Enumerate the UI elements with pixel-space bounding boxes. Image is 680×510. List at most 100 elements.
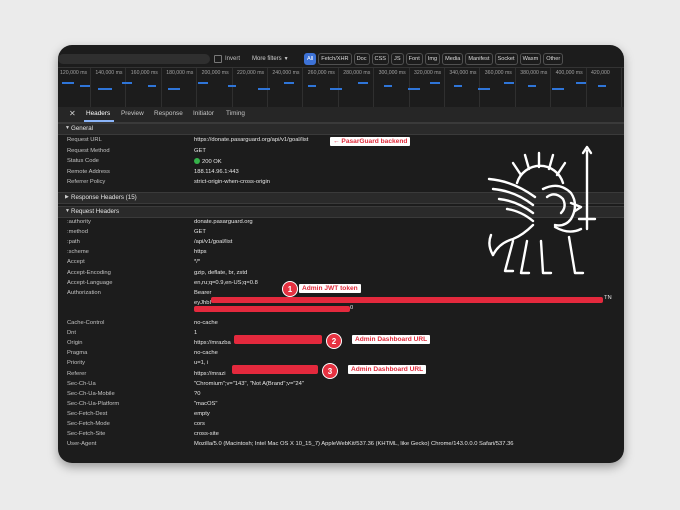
request-waterfall-bar bbox=[552, 88, 564, 90]
redaction-bar bbox=[232, 365, 318, 374]
header-value: strict-origin-when-cross-origin bbox=[194, 179, 271, 186]
token-tail-1: TN bbox=[604, 295, 612, 301]
timeline-tick-label: 160,000 ms bbox=[130, 70, 158, 76]
header-value: u=1, i bbox=[194, 360, 209, 367]
redaction-bar bbox=[234, 335, 322, 344]
timeline-gridline bbox=[621, 68, 622, 108]
request-waterfall-bar bbox=[528, 85, 536, 87]
header-value: "macOS" bbox=[194, 400, 218, 407]
chip-media[interactable]: Media bbox=[442, 53, 464, 65]
header-key: Accept-Language bbox=[67, 279, 113, 286]
active-tab-indicator bbox=[84, 120, 114, 122]
request-waterfall-bar bbox=[198, 82, 208, 84]
dashboard-callout-1: Admin Dashboard URL bbox=[352, 335, 431, 344]
request-waterfall-bar bbox=[98, 88, 112, 90]
header-value: cors bbox=[194, 421, 205, 427]
header-key: :scheme bbox=[67, 249, 89, 256]
annotation-badge-2: 2 bbox=[326, 333, 342, 349]
header-key: Origin bbox=[67, 340, 83, 347]
response-headers-title: Response Headers (15) bbox=[71, 194, 137, 201]
jwt-callout: Admin JWT token bbox=[299, 284, 361, 293]
header-value: empty bbox=[194, 410, 210, 417]
tab-initiator[interactable]: Initiator bbox=[193, 110, 214, 117]
chip-img[interactable]: Img bbox=[424, 53, 441, 65]
header-value: GET bbox=[194, 229, 206, 236]
header-key: Referer bbox=[67, 370, 87, 377]
header-value: cross-site bbox=[194, 431, 219, 438]
header-value: ?0 bbox=[194, 390, 201, 397]
request-detail-tabs: ✕ Headers Preview Response Initiator Tim… bbox=[58, 107, 624, 123]
header-key: Pragma bbox=[67, 350, 88, 357]
request-waterfall-bar bbox=[228, 85, 236, 87]
header-value: no-cache bbox=[194, 350, 218, 357]
header-key: Referrer Policy bbox=[67, 179, 106, 186]
general-section-header[interactable]: ▼ General bbox=[58, 123, 624, 135]
chip-manifest[interactable]: Manifest bbox=[465, 53, 493, 65]
general-section-title: General bbox=[71, 125, 94, 132]
timeline-tick-label: 380,000 ms bbox=[520, 70, 548, 76]
timeline-gridline bbox=[125, 68, 127, 108]
caret-down-icon: ▼ bbox=[65, 208, 70, 214]
header-value: Bearer bbox=[194, 289, 212, 296]
more-filters-dropdown[interactable]: More filters ▼ bbox=[252, 53, 289, 65]
chip-wasm[interactable]: Wasm bbox=[519, 53, 542, 65]
caret-right-icon: ▶ bbox=[65, 194, 69, 200]
chip-all[interactable]: All bbox=[304, 53, 317, 65]
invert-checkbox[interactable] bbox=[214, 55, 222, 63]
timeline-gridline bbox=[160, 68, 162, 108]
chip-socket[interactable]: Socket bbox=[494, 53, 518, 65]
request-waterfall-bar bbox=[504, 82, 514, 84]
tab-preview[interactable]: Preview bbox=[121, 110, 144, 117]
header-key: Priority bbox=[67, 360, 86, 367]
filter-input[interactable] bbox=[58, 54, 210, 64]
chip-js[interactable]: JS bbox=[391, 53, 404, 65]
header-row: Pragma no-cache bbox=[58, 350, 624, 359]
chevron-down-icon: ▼ bbox=[283, 56, 289, 62]
header-key: Status Code bbox=[67, 158, 99, 165]
header-key: Dnt bbox=[67, 330, 77, 337]
request-waterfall-bar bbox=[284, 82, 294, 84]
timeline-tick-label: 320,000 ms bbox=[414, 70, 442, 76]
header-key: Cache-Control bbox=[67, 320, 105, 326]
timeline-gridline bbox=[373, 68, 375, 108]
chip-fetch-xhr[interactable]: Fetch/XHR bbox=[318, 53, 352, 65]
header-value: 1 bbox=[194, 330, 198, 337]
header-row: User-Agent Mozilla/5.0 (Macintosh; Intel … bbox=[58, 441, 624, 450]
header-key: Remote Address bbox=[67, 168, 110, 175]
header-key: Authorization bbox=[67, 289, 101, 296]
invert-toggle[interactable]: Invert bbox=[214, 53, 240, 65]
request-headers-title: Request Headers bbox=[71, 208, 120, 215]
header-key: Request Method bbox=[67, 147, 110, 154]
status-code-text: 200 OK bbox=[202, 159, 222, 166]
timeline-tick-label: 180,000 ms bbox=[166, 70, 194, 76]
request-waterfall-bar bbox=[478, 88, 490, 90]
timeline-tick-label: 360,000 ms bbox=[484, 70, 512, 76]
dashboard-callout-2: Admin Dashboard URL bbox=[348, 365, 427, 374]
backend-callout: ← PasarGuard backend bbox=[330, 137, 411, 146]
chip-font[interactable]: Font bbox=[405, 53, 423, 65]
timeline-tick-label: 120,000 ms bbox=[60, 70, 88, 76]
network-timeline[interactable]: 120,000 ms 140,000 ms 160,000 ms 180,000 ms… bbox=[58, 67, 624, 109]
tab-timing[interactable]: Timing bbox=[226, 110, 245, 117]
timeline-tick-label: 260,000 ms bbox=[307, 70, 335, 76]
request-waterfall-bar bbox=[168, 88, 180, 90]
header-key: Sec-Ch-Ua-Platform bbox=[67, 400, 120, 407]
request-waterfall-bar bbox=[330, 88, 342, 90]
header-value: https bbox=[194, 249, 207, 256]
header-key: Accept-Encoding bbox=[67, 269, 111, 276]
header-value: https://mrazi bbox=[194, 370, 226, 377]
header-key: :method bbox=[67, 229, 88, 236]
close-icon[interactable]: ✕ bbox=[69, 109, 76, 118]
timeline-tick-label: 300,000 ms bbox=[378, 70, 406, 76]
chip-other[interactable]: Other bbox=[543, 53, 564, 65]
header-row: Sec-Fetch-Dest empty bbox=[58, 411, 624, 420]
caret-down-icon: ▼ bbox=[65, 125, 70, 131]
request-waterfall-bar bbox=[62, 82, 74, 84]
tab-response[interactable]: Response bbox=[154, 110, 183, 117]
timeline-gridline bbox=[514, 68, 516, 108]
header-row: Sec-Fetch-Mode cors bbox=[58, 421, 624, 430]
chip-css[interactable]: CSS bbox=[371, 53, 390, 65]
tab-headers[interactable]: Headers bbox=[86, 110, 110, 117]
chip-doc[interactable]: Doc bbox=[353, 53, 370, 65]
request-waterfall-bar bbox=[122, 82, 132, 84]
